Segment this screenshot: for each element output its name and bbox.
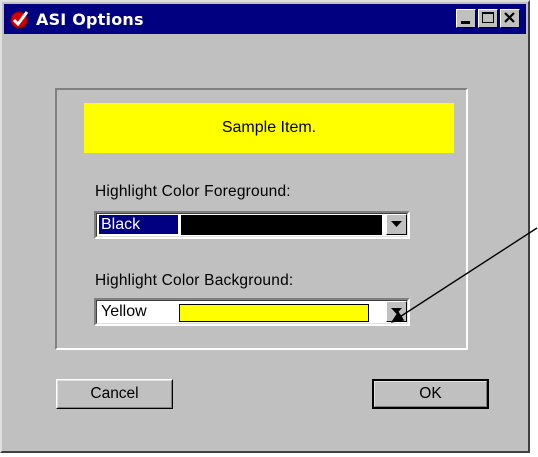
maximize-icon [482,12,494,23]
background-dropdown-button[interactable] [386,301,407,322]
chevron-down-icon [391,221,402,227]
foreground-selected-value: Black [99,215,178,234]
close-icon [504,12,515,23]
background-selected-value: Yellow [101,303,147,320]
cancel-button[interactable]: Cancel [56,379,173,409]
sample-item-preview: Sample Item. [84,103,454,153]
background-color-swatch [179,304,369,322]
background-label: Highlight Color Background: [95,272,294,289]
background-color-select[interactable]: Yellow [94,298,410,326]
window-title: ASI Options [36,10,144,29]
sample-item-text: Sample Item. [221,119,317,136]
cancel-button-bevel [57,380,172,408]
foreground-dropdown-button[interactable] [386,214,407,235]
ok-button-bevel [374,381,487,407]
chevron-down-icon [391,308,402,314]
foreground-color-select[interactable]: Black [94,211,410,239]
ok-button[interactable]: OK [372,379,489,409]
title-bar[interactable]: ASI Options [4,4,526,34]
foreground-label: Highlight Color Foreground: [95,183,291,200]
minimize-icon [461,21,470,24]
minimize-button[interactable] [456,9,476,28]
foreground-color-swatch [181,215,382,235]
app-icon [10,11,29,29]
maximize-button[interactable] [478,9,498,28]
close-button[interactable] [500,9,520,28]
